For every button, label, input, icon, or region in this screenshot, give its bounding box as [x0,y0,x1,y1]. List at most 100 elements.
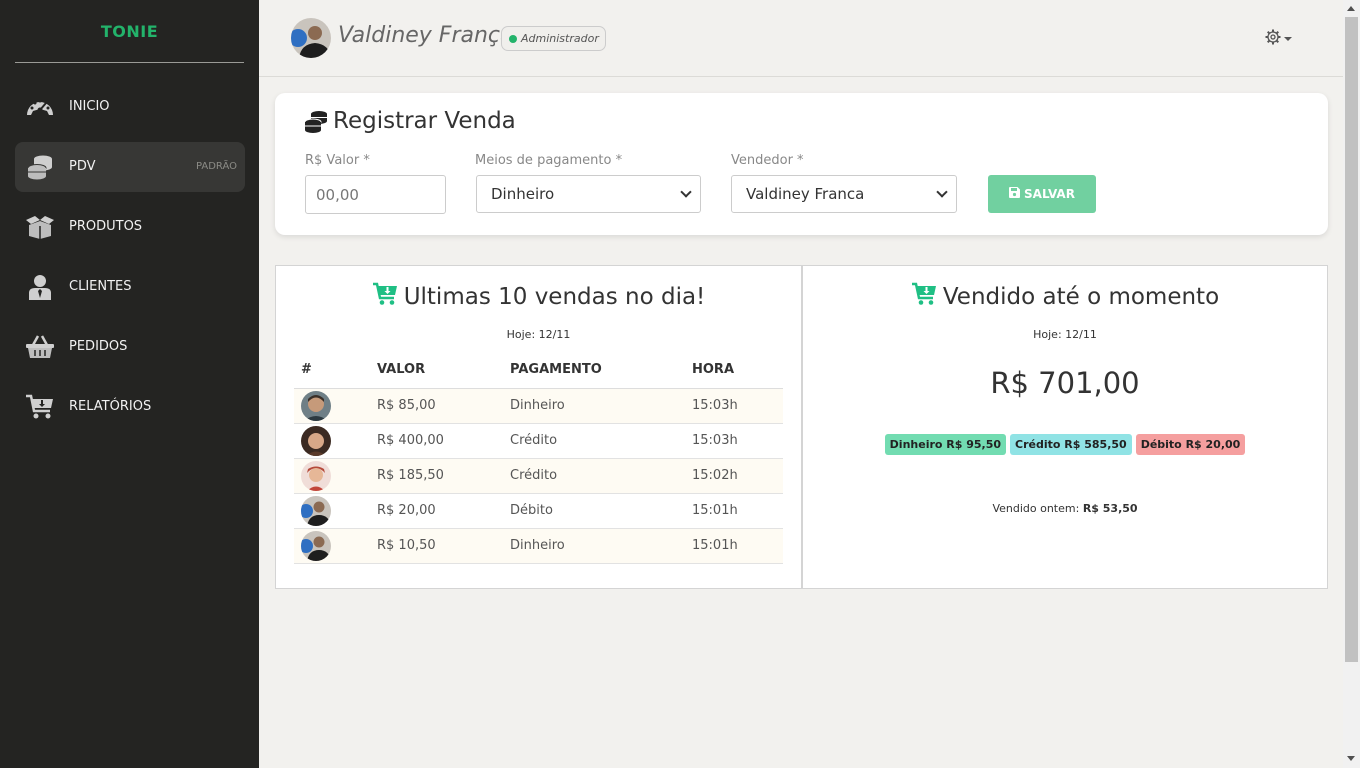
sale-time: 15:03h [692,388,783,424]
settings-dropdown[interactable] [1265,29,1299,49]
sidebar-item-pedidos[interactable]: PEDIDOS [15,322,245,372]
sale-payment: Dinheiro [510,388,692,424]
sale-time: 15:01h [692,493,783,529]
avatar [301,530,331,561]
cart-arrow-down-icon [911,282,937,312]
last-sales-header: Ultimas 10 vendas no dia! [276,282,801,312]
sale-value: R$ 10,50 [377,528,510,564]
gear-icon [1265,29,1281,49]
scrollbar-thumb[interactable] [1345,17,1358,662]
table-row[interactable]: R$ 400,00 Crédito 15:03h [294,423,783,459]
cash-badge: Dinheiro R$ 95,50 [884,434,1007,455]
floppy-disk-icon [1009,187,1021,201]
save-button-label: SALVAR [1024,187,1075,201]
page-scrollbar[interactable] [1343,0,1360,768]
credit-badge: Crédito R$ 585,50 [1010,434,1132,455]
sale-time: 15:03h [692,423,783,459]
sale-value: R$ 185,50 [377,458,510,494]
sale-value: R$ 85,00 [377,388,510,424]
payment-selected-value: Dinheiro [491,185,555,203]
last-sales-panel: Ultimas 10 vendas no dia! Hoje: 12/11 # … [275,265,802,589]
sidebar-item-produtos[interactable]: PRODUTOS [15,202,245,252]
sold-summary-panel: Vendido até o momento Hoje: 12/11 R$ 701… [802,265,1328,589]
online-status-dot [509,34,517,43]
table-row[interactable]: R$ 185,50 Crédito 15:02h [294,458,783,494]
payment-select[interactable]: Dinheiro [476,175,701,213]
scroll-up-icon[interactable] [1347,6,1355,11]
sale-value: R$ 400,00 [377,423,510,459]
role-label: Administrador [521,32,599,45]
topbar: Valdiney França Administrador [259,0,1343,77]
sold-summary-date: Hoje: 12/11 [1033,328,1097,341]
brand-logo[interactable]: TONIE [15,0,244,63]
table-header-row: # VALOR PAGAMENTO HORA [294,351,783,389]
debit-badge: Débito R$ 20,00 [1135,434,1246,455]
value-input[interactable]: 00,00 [305,175,446,214]
scroll-down-icon[interactable] [1347,756,1355,761]
sale-value: R$ 20,00 [377,493,510,529]
role-badge: Administrador [501,26,606,51]
cart-arrow-down-icon [25,392,55,422]
sidebar-item-clientes[interactable]: CLIENTES [15,262,245,312]
sold-summary-header: Vendido até o momento [803,282,1327,312]
sidebar-item-pdv[interactable]: PDV PADRÃO [15,142,245,192]
avatar [301,495,331,526]
sales-table: # VALOR PAGAMENTO HORA R$ 85,00 Dinheiro… [294,351,783,564]
sidebar: TONIE INICIO PDV PADRÃO PRODUTOS CLIENTE… [0,0,259,768]
sidebar-item-label: PEDIDOS [69,339,128,354]
sidebar-item-label: PDV [69,159,96,174]
column-header-hora: HORA [692,351,783,389]
sale-payment: Crédito [510,423,692,459]
register-sale-card: Registrar Venda R$ Valor * 00,00 Meios d… [275,93,1328,235]
sidebar-item-relatorios[interactable]: RELATÓRIOS [15,382,245,432]
basket-icon [25,332,55,362]
dashboard-gauge-icon [25,92,55,122]
brand-name: TONIE [100,22,159,41]
sold-yesterday-value: R$ 53,50 [1082,502,1138,515]
coins-icon [25,152,55,182]
avatar[interactable] [291,18,331,58]
chevron-down-icon [680,186,692,198]
table-row[interactable]: R$ 10,50 Dinheiro 15:01h [294,528,783,564]
chevron-down-icon [1284,37,1292,41]
box-open-icon [25,212,55,242]
column-header-pagamento: PAGAMENTO [510,351,692,389]
value-label: R$ Valor * [305,153,370,168]
last-sales-title: Ultimas 10 vendas no dia! [403,284,706,310]
avatar [301,460,331,491]
seller-label: Vendedor * [731,153,804,168]
sale-time: 15:02h [692,458,783,494]
table-row[interactable]: R$ 85,00 Dinheiro 15:03h [294,388,783,424]
sale-time: 15:01h [692,528,783,564]
sold-yesterday-label: Vendido ontem: [992,502,1080,515]
cart-arrow-down-icon [372,282,398,312]
chevron-down-icon [936,186,948,198]
user-name: Valdiney França [338,23,514,48]
sold-summary-title: Vendido até o momento [942,284,1220,310]
avatar [301,425,331,456]
sale-payment: Dinheiro [510,528,692,564]
sale-payment: Crédito [510,458,692,494]
column-header-valor: VALOR [377,351,510,389]
sidebar-item-label: RELATÓRIOS [69,399,152,414]
sidebar-item-inicio[interactable]: INICIO [15,82,245,132]
payment-breakdown: Dinheiro R$ 95,50 Crédito R$ 585,50 Débi… [803,434,1327,455]
coins-icon [304,110,328,134]
column-header-index: # [294,351,377,389]
total-sold-value: R$ 701,00 [990,366,1140,400]
save-button[interactable]: SALVAR [988,175,1096,213]
seller-select[interactable]: Valdiney Franca [731,175,957,213]
user-tie-icon [25,272,55,302]
table-row[interactable]: R$ 20,00 Débito 15:01h [294,493,783,529]
last-sales-date: Hoje: 12/11 [506,328,571,341]
sidebar-item-label: CLIENTES [69,279,132,294]
default-badge: PADRÃO [195,161,237,172]
sidebar-item-label: INICIO [69,99,110,114]
register-sale-title: Registrar Venda [333,108,516,134]
sale-payment: Débito [510,493,692,529]
avatar [301,390,331,421]
payment-label: Meios de pagamento * [475,153,623,168]
sidebar-item-label: PRODUTOS [69,219,143,234]
sold-yesterday: Vendido ontem: R$ 53,50 [803,502,1327,515]
seller-selected-value: Valdiney Franca [746,185,865,203]
